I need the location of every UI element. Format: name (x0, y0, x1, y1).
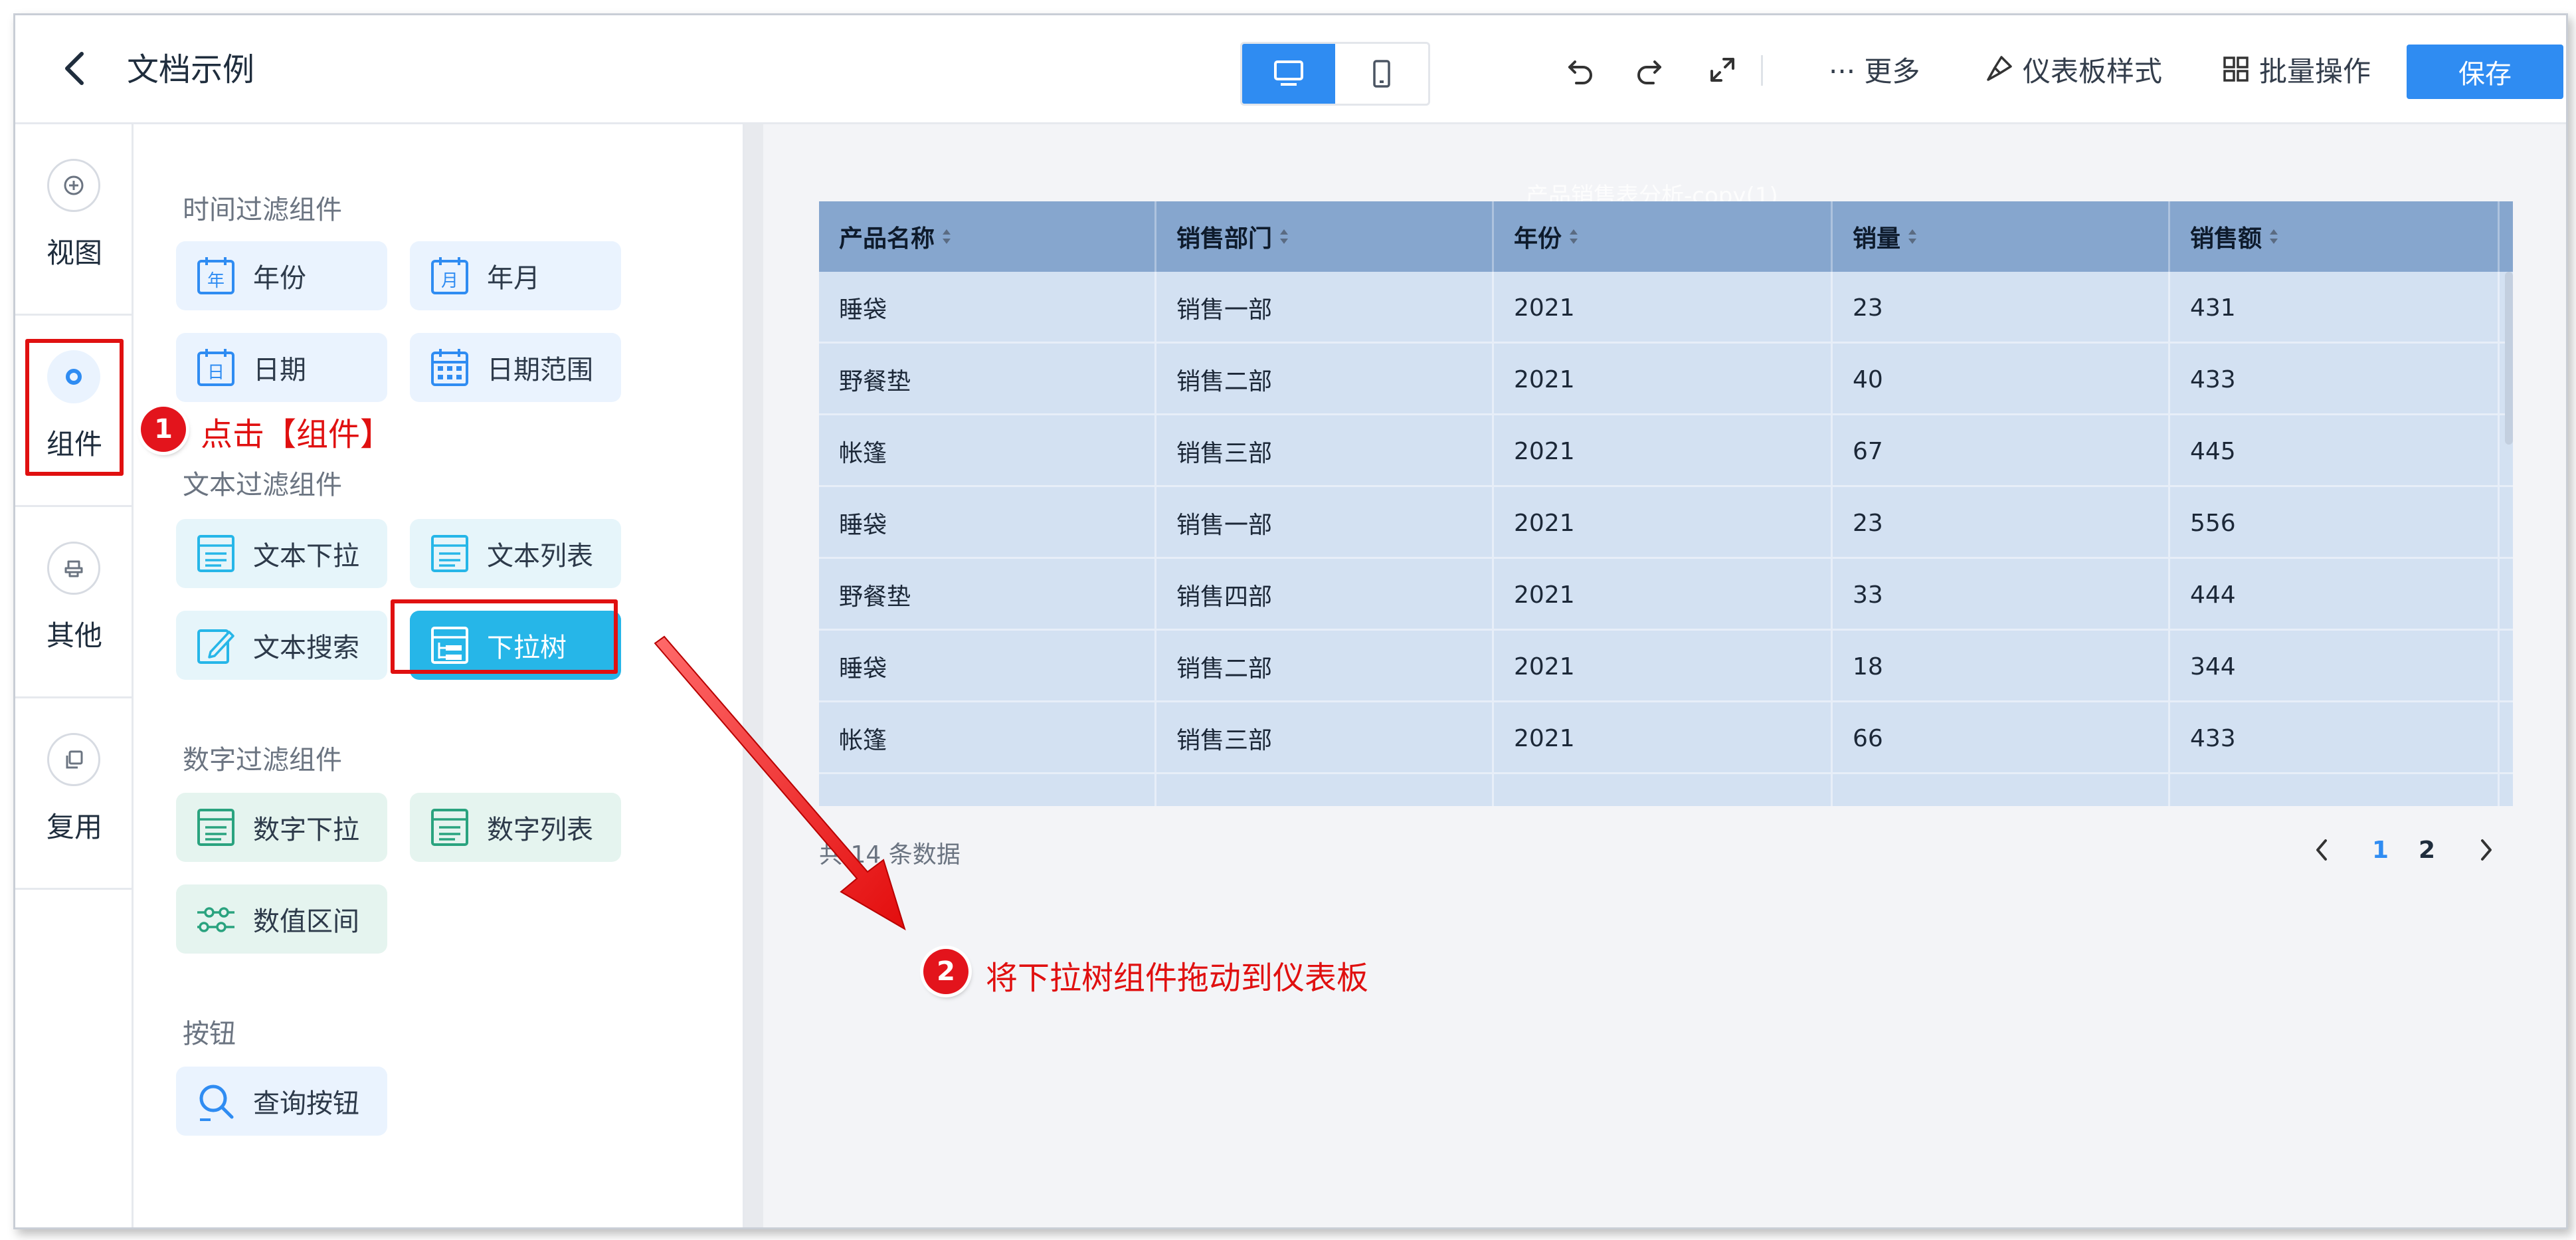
table-row[interactable]: 野餐垫 销售二部 2021 40 433 (819, 344, 2513, 415)
grid-icon (2222, 55, 2250, 83)
calendar-icon: 月 (426, 252, 474, 300)
svg-text:年: 年 (207, 271, 225, 291)
mobile-icon (1373, 60, 1390, 88)
add-circle-icon (47, 159, 100, 212)
list-icon (426, 803, 474, 851)
table-header: 产品名称 销售部门 年份 销量 销售额 (819, 201, 2513, 272)
rail-item-view[interactable]: 视图 (15, 124, 134, 316)
rail-label-other: 其他 (46, 619, 102, 652)
rail-item-other[interactable]: 其他 (15, 507, 134, 698)
dashboard-style-button[interactable]: 仪表板样式 (1984, 47, 2162, 91)
step-2-badge: 2 (923, 949, 968, 994)
dropdown-list-icon (192, 803, 240, 851)
table-scrollbar[interactable] (2505, 272, 2513, 445)
component-date[interactable]: 日 日期 (176, 333, 387, 402)
table-row[interactable]: 睡袋 销售二部 2021 18 344 (819, 631, 2513, 702)
dashboard-canvas[interactable]: 产品销售表分析-copy(1) 产品名称 销售部门 年份 销量 销售额 睡袋 销售… (745, 124, 2566, 1227)
column-header-department[interactable]: 销售部门 (1156, 201, 1494, 272)
redo-icon[interactable] (1631, 51, 1668, 88)
component-text-list[interactable]: 文本列表 (410, 519, 621, 588)
rail-label-reuse: 复用 (46, 811, 102, 843)
slider-icon (192, 895, 240, 943)
svg-text:月: 月 (441, 271, 458, 291)
fullscreen-icon[interactable] (1704, 51, 1741, 88)
next-page-icon[interactable] (2478, 830, 2494, 870)
section-title-number-filter: 数字过滤组件 (183, 745, 342, 775)
left-rail: 视图 组件 其他 复用 (15, 124, 134, 1227)
section-title-button: 按钮 (183, 1019, 236, 1049)
component-number-list[interactable]: 数字列表 (410, 793, 621, 862)
back-icon[interactable] (55, 49, 95, 88)
column-header-year[interactable]: 年份 (1494, 201, 1833, 272)
step-2-text: 将下拉树组件拖动到仪表板 (986, 960, 1369, 997)
copy-icon (47, 733, 100, 786)
component-number-dropdown[interactable]: 数字下拉 (176, 793, 387, 862)
highlight-box-components (25, 339, 124, 476)
component-query-button[interactable]: 查询按钮 (176, 1067, 387, 1136)
screenshot-page: 文档示例 ··· 更多 仪表板样式 批量操作 保存 视图 组件 其他 复用 时间… (0, 0, 2576, 1240)
search-icon (192, 1077, 240, 1125)
canvas-left-strip (745, 124, 763, 1227)
calendar-grid-icon (426, 344, 474, 391)
brush-icon (1984, 54, 2013, 84)
section-title-time-filter: 时间过滤组件 (183, 195, 342, 225)
rail-item-reuse[interactable]: 复用 (15, 698, 134, 890)
page-2-button[interactable]: 2 (2419, 830, 2435, 870)
column-header-product[interactable]: 产品名称 (819, 201, 1156, 272)
component-year-month[interactable]: 月 年月 (410, 241, 621, 310)
table-row[interactable]: 帐篷 销售三部 2021 66 433 (819, 702, 2513, 774)
desktop-icon (1274, 60, 1303, 86)
sort-icon[interactable] (941, 228, 952, 245)
edit-icon (192, 621, 240, 669)
batch-operation-button[interactable]: 批量操作 (2222, 47, 2371, 91)
page-1-button[interactable]: 1 (2372, 830, 2389, 870)
document-title: 文档示例 (127, 51, 255, 88)
total-count-text: 共 14 条数据 (819, 841, 961, 869)
table-row[interactable]: 睡袋 销售一部 2021 23 431 (819, 272, 2513, 344)
component-number-range[interactable]: 数值区间 (176, 884, 387, 954)
more-button[interactable]: ··· 更多 (1829, 47, 1920, 91)
component-text-search[interactable]: 文本搜索 (176, 611, 387, 680)
sort-icon[interactable] (1279, 228, 1289, 245)
calendar-icon: 年 (192, 252, 240, 300)
save-button[interactable]: 保存 (2407, 45, 2563, 99)
component-year[interactable]: 年 年份 (176, 241, 387, 310)
stamp-icon (47, 542, 100, 595)
mobile-view-button[interactable] (1335, 44, 1428, 104)
component-text-dropdown[interactable]: 文本下拉 (176, 519, 387, 588)
table-row[interactable]: 帐篷 销售三部 2021 67 445 (819, 415, 2513, 487)
calendar-icon: 日 (192, 344, 240, 391)
sort-icon[interactable] (1907, 228, 1918, 245)
table-row[interactable]: 野餐垫 销售四部 2021 33 444 (819, 559, 2513, 631)
device-switch (1240, 42, 1430, 106)
component-date-range[interactable]: 日期范围 (410, 333, 621, 402)
rail-label-view: 视图 (46, 237, 102, 269)
column-header-sales[interactable]: 销售额 (2170, 201, 2500, 272)
toolbar-divider (1761, 55, 1763, 86)
sort-icon[interactable] (1568, 228, 1579, 245)
highlight-box-dropdown-tree (391, 599, 618, 674)
table-row-partial (819, 774, 2513, 806)
column-header-quantity[interactable]: 销量 (1833, 201, 2170, 272)
step-1-badge: 1 (141, 407, 186, 452)
sort-icon[interactable] (2268, 228, 2279, 245)
list-icon (426, 530, 474, 577)
section-title-text-filter: 文本过滤组件 (183, 470, 342, 500)
desktop-view-button[interactable] (1242, 44, 1335, 104)
prev-page-icon[interactable] (2314, 830, 2330, 870)
step-1-text: 点击【组件】 (201, 416, 393, 453)
component-panel: 时间过滤组件 年 年份 月 年月 日 日期 日期范围 文本过滤组件 文本下拉 文… (134, 124, 745, 1227)
table-row[interactable]: 睡袋 销售一部 2021 23 556 (819, 487, 2513, 559)
data-table[interactable]: 产品名称 销售部门 年份 销量 销售额 睡袋 销售一部 2021 23 431 野餐垫销… (819, 201, 2513, 806)
dropdown-list-icon (192, 530, 240, 577)
svg-text:日: 日 (207, 363, 225, 383)
top-toolbar: 文档示例 ··· 更多 仪表板样式 批量操作 保存 (15, 15, 2566, 124)
undo-icon[interactable] (1562, 51, 1599, 88)
